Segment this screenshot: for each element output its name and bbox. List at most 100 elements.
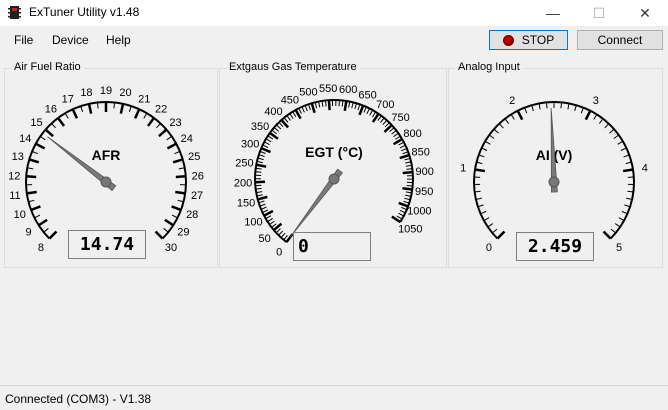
analog-tick [494,129,499,133]
afr-tick [46,130,54,137]
egt-tick [260,204,266,206]
afr-tick [49,231,56,238]
afr-tick [135,109,139,118]
afr-tick [167,136,172,139]
maximize-button[interactable]: ☐ [576,0,622,26]
afr-tick [26,176,36,177]
afr-tick [176,176,186,177]
menu-device[interactable]: Device [52,33,89,47]
egt-tick [367,108,370,113]
egt-tick [404,158,410,160]
analog-tick-label: 3 [593,95,599,107]
egt-tick [268,218,273,221]
egt-tick [406,192,412,193]
egt-tick [404,198,410,200]
egt-tick-label: 700 [376,99,394,111]
afr-tick [172,206,181,209]
close-button[interactable]: ✕ [622,0,668,26]
egt-tick [257,195,263,196]
egt-tick [257,161,263,162]
egt-tick [264,142,269,145]
afr-gauge-arc [26,102,186,239]
egt-tick [290,114,293,119]
afr-tick [148,118,154,126]
analog-tick [485,141,490,144]
afr-tick [172,215,177,218]
egt-tick-label: 200 [234,178,252,190]
afr-tick [129,106,131,112]
analog-tick [599,119,603,124]
egt-tick [325,100,326,106]
egt-tick [319,102,320,108]
egt-tick [329,100,330,110]
afr-tick [97,102,98,108]
stop-label: STOP [522,33,554,47]
egt-tick [281,233,285,237]
afr-tick-label: 15 [30,117,42,129]
egt-tick [383,120,387,124]
afr-tick [29,159,39,162]
egt-tick-label: 1000 [407,206,431,218]
analog-tick [611,229,616,233]
menu-file[interactable]: File [14,33,33,47]
egt-tick [284,118,288,123]
analog-tick [615,224,620,227]
analog-tick [546,102,547,108]
afr-tick [27,168,33,169]
egt-tick [279,122,283,126]
egt-tick [272,224,277,228]
egt-tick-label: 900 [415,166,433,178]
afr-tick-label: 16 [45,103,57,115]
analog-tick [614,135,619,139]
connect-button[interactable]: Connect [577,30,663,50]
egt-tick-label: 150 [237,198,255,210]
afr-tick [167,144,176,149]
afr-tick [174,151,180,153]
minimize-icon: — [546,5,560,21]
egt-tick [370,110,373,115]
egt-tick [266,216,271,219]
afr-tick [121,104,123,114]
afr-tick [178,200,184,201]
egt-tick-label: 50 [259,233,271,245]
afr-tick-label: 14 [19,133,31,145]
egt-readout: 0 [293,232,371,261]
afr-tick [156,123,160,127]
analog-tick [568,103,569,109]
analog-tick-label: 0 [486,242,492,254]
egt-tick [397,216,402,219]
egt-tick-label: 0 [276,247,282,259]
egt-tick-label: 600 [339,84,357,96]
egt-tick [261,207,267,209]
egt-tick [407,186,413,187]
egt-tick [312,103,315,113]
egt-tick [400,145,405,148]
menu-help[interactable]: Help [106,33,131,47]
afr-tick [165,220,173,225]
analog-tick [532,105,534,111]
egt-tick [404,201,410,203]
afr-tick-label: 23 [169,117,181,129]
egt-tick-label: 400 [264,106,282,118]
afr-tick [159,130,167,137]
stop-button[interactable]: STOP [489,30,568,50]
egt-tick [401,148,407,150]
afr-tick-label: 24 [181,133,193,145]
afr-tick [81,106,83,112]
egt-tick [398,213,403,216]
analog-tick [492,229,497,233]
analog-tick [575,105,577,111]
analog-tick [482,148,487,151]
egt-tick [255,185,261,186]
egt-tick [258,197,268,200]
status-bar: Connected (COM3) - V1.38 [0,385,668,410]
afr-tick [32,151,38,153]
egt-tick [305,105,307,111]
analog-tick [499,124,503,128]
afr-tick-label: 30 [165,242,177,254]
minimize-button[interactable]: — [530,0,576,26]
analog-tick [539,103,540,109]
analog-tick [623,169,633,171]
egt-tick-label: 550 [319,83,337,95]
egt-tick [345,101,347,111]
